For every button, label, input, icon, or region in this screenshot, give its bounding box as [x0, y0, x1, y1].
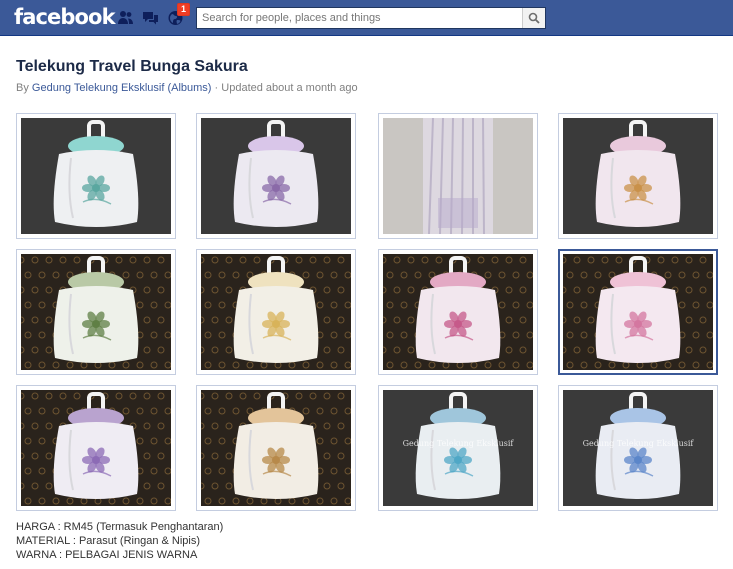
search-box — [196, 7, 546, 29]
photo-image — [383, 118, 533, 234]
photo-image — [383, 254, 533, 370]
top-navigation-bar: facebook 1 — [0, 0, 733, 36]
search-button[interactable] — [522, 8, 545, 28]
photo-watermark: Gedung Telekung Eksklusif — [403, 439, 515, 448]
albums-link[interactable]: (Albums) — [167, 82, 211, 94]
price-line: HARGA : RM45 (Termasuk Penghantaran) — [16, 521, 224, 533]
photo-image — [21, 390, 171, 506]
owner-link[interactable]: Gedung Telekung Eksklusif — [32, 82, 165, 94]
photo-thumbnail[interactable]: Gedung Telekung Eksklusif — [378, 385, 538, 511]
photo-thumbnail[interactable] — [558, 249, 718, 375]
photo-image — [201, 254, 351, 370]
album-title: Telekung Travel Bunga Sakura — [16, 58, 248, 75]
search-input[interactable] — [197, 8, 522, 28]
photo-image: Gedung Telekung Eksklusif — [563, 390, 713, 506]
album-byline: By Gedung Telekung Eksklusif (Albums) · … — [16, 82, 358, 94]
search-icon — [528, 12, 540, 24]
photo-image — [201, 118, 351, 234]
material-line: MATERIAL : Parasut (Ringan & Nipis) — [16, 535, 201, 547]
photo-image — [21, 254, 171, 370]
photo-thumbnail[interactable] — [558, 113, 718, 239]
photo-image — [201, 390, 351, 506]
color-line: WARNA : PELBAGAI JENIS WARNA — [16, 549, 198, 561]
album-description: HARGA : RM45 (Termasuk Penghantaran) MAT… — [16, 520, 223, 562]
friends-icon[interactable] — [117, 9, 134, 26]
photo-thumbnail[interactable]: Gedung Telekung Eksklusif — [558, 385, 718, 511]
updated-time: · Updated about a month ago — [214, 82, 358, 94]
photo-thumbnail[interactable] — [196, 249, 356, 375]
photo-thumbnail[interactable] — [378, 249, 538, 375]
notification-count-badge: 1 — [177, 3, 191, 16]
photo-image — [563, 254, 713, 370]
photo-thumbnail[interactable] — [196, 113, 356, 239]
facebook-logo[interactable]: facebook — [14, 5, 116, 29]
photo-thumbnail[interactable] — [16, 113, 176, 239]
photo-image — [563, 118, 713, 234]
photo-thumbnail[interactable] — [196, 385, 356, 511]
photo-image: Gedung Telekung Eksklusif — [383, 390, 533, 506]
byline-prefix: By — [16, 82, 29, 94]
photo-thumbnail[interactable] — [16, 249, 176, 375]
photo-watermark: Gedung Telekung Eksklusif — [583, 439, 695, 448]
messages-icon[interactable] — [142, 9, 159, 26]
photo-thumbnail[interactable] — [378, 113, 538, 239]
photo-image — [21, 118, 171, 234]
photo-thumbnail[interactable] — [16, 385, 176, 511]
